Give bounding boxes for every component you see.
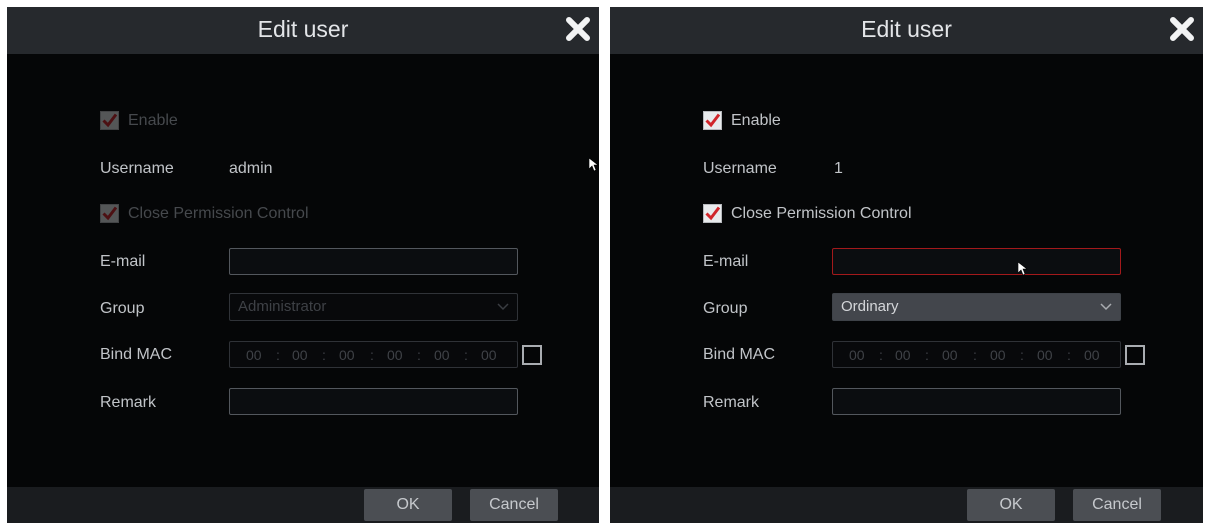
edit-user-dialog-left: Edit user Enable Username admin Close Pe… bbox=[7, 7, 599, 523]
mac-separator: : bbox=[464, 347, 468, 363]
group-select[interactable]: Administrator bbox=[229, 293, 518, 321]
checkmark-icon bbox=[705, 206, 720, 221]
mac-address-field[interactable]: 00 : 00 : 00 : 00 : 00 : 00 bbox=[832, 341, 1121, 368]
mac-separator: : bbox=[1020, 347, 1024, 363]
dialog-title: Edit user bbox=[257, 16, 349, 42]
checkmark-icon bbox=[102, 206, 117, 221]
group-select-value: Administrator bbox=[238, 298, 327, 315]
mac-octet-6: 00 bbox=[481, 347, 497, 363]
dialog-title-bar: Edit user bbox=[610, 7, 1203, 54]
dialog-footer: OK Cancel bbox=[7, 487, 599, 523]
group-select-value: Ordinary bbox=[841, 298, 899, 315]
group-label: Group bbox=[100, 300, 145, 317]
mac-separator: : bbox=[1067, 347, 1071, 363]
username-label: Username bbox=[703, 160, 777, 177]
dialog-footer: OK Cancel bbox=[610, 487, 1203, 523]
mac-separator: : bbox=[973, 347, 977, 363]
mac-separator: : bbox=[322, 347, 326, 363]
close-icon[interactable] bbox=[561, 12, 595, 46]
remark-label: Remark bbox=[100, 394, 157, 411]
enable-checkbox[interactable] bbox=[703, 111, 722, 130]
username-label: Username bbox=[100, 160, 174, 177]
username-value: admin bbox=[229, 160, 273, 177]
ok-button[interactable]: OK bbox=[364, 489, 452, 521]
mac-octet-1: 00 bbox=[849, 347, 865, 363]
bind-mac-checkbox[interactable] bbox=[522, 345, 542, 365]
username-value: 1 bbox=[834, 160, 843, 177]
bind-mac-label: Bind MAC bbox=[100, 346, 173, 363]
chevron-down-icon bbox=[497, 303, 509, 311]
checkmark-icon bbox=[102, 113, 117, 128]
dialog-title: Edit user bbox=[861, 16, 952, 42]
mac-separator: : bbox=[417, 347, 421, 363]
remark-label: Remark bbox=[703, 394, 760, 411]
cancel-button[interactable]: Cancel bbox=[470, 489, 558, 521]
group-select[interactable]: Ordinary bbox=[832, 293, 1121, 321]
mac-octet-3: 00 bbox=[339, 347, 355, 363]
edit-user-dialog-right: Edit user Enable Username 1 Close Permis… bbox=[610, 7, 1203, 523]
enable-label: Enable bbox=[731, 112, 781, 129]
ok-button[interactable]: OK bbox=[967, 489, 1055, 521]
mouse-pointer-icon bbox=[589, 158, 599, 172]
email-field[interactable] bbox=[229, 248, 518, 275]
remark-field[interactable] bbox=[229, 388, 518, 415]
close-permission-checkbox[interactable] bbox=[100, 204, 119, 223]
chevron-down-icon bbox=[1100, 303, 1112, 311]
cancel-button[interactable]: Cancel bbox=[1073, 489, 1161, 521]
mac-octet-1: 00 bbox=[246, 347, 262, 363]
mac-octet-2: 00 bbox=[895, 347, 911, 363]
mac-address-field[interactable]: 00 : 00 : 00 : 00 : 00 : 00 bbox=[229, 341, 518, 368]
enable-label: Enable bbox=[128, 112, 178, 129]
close-permission-checkbox[interactable] bbox=[703, 204, 722, 223]
mac-octet-5: 00 bbox=[1037, 347, 1053, 363]
mac-octet-6: 00 bbox=[1084, 347, 1100, 363]
close-permission-label: Close Permission Control bbox=[731, 205, 912, 222]
email-field[interactable] bbox=[832, 248, 1121, 275]
mac-octet-5: 00 bbox=[434, 347, 450, 363]
enable-checkbox[interactable] bbox=[100, 111, 119, 130]
mac-octet-2: 00 bbox=[292, 347, 308, 363]
remark-field[interactable] bbox=[832, 388, 1121, 415]
group-label: Group bbox=[703, 300, 748, 317]
mac-octet-3: 00 bbox=[942, 347, 958, 363]
mac-separator: : bbox=[276, 347, 280, 363]
mac-octet-4: 00 bbox=[990, 347, 1006, 363]
checkmark-icon bbox=[705, 113, 720, 128]
mouse-pointer-icon bbox=[1018, 262, 1028, 276]
mac-octet-4: 00 bbox=[387, 347, 403, 363]
mac-separator: : bbox=[925, 347, 929, 363]
close-permission-label: Close Permission Control bbox=[128, 205, 309, 222]
dialog-title-bar: Edit user bbox=[7, 7, 599, 54]
bind-mac-label: Bind MAC bbox=[703, 346, 776, 363]
bind-mac-checkbox[interactable] bbox=[1125, 345, 1145, 365]
close-icon[interactable] bbox=[1165, 12, 1199, 46]
email-label: E-mail bbox=[100, 253, 146, 270]
mac-separator: : bbox=[879, 347, 883, 363]
email-label: E-mail bbox=[703, 253, 749, 270]
mac-separator: : bbox=[370, 347, 374, 363]
